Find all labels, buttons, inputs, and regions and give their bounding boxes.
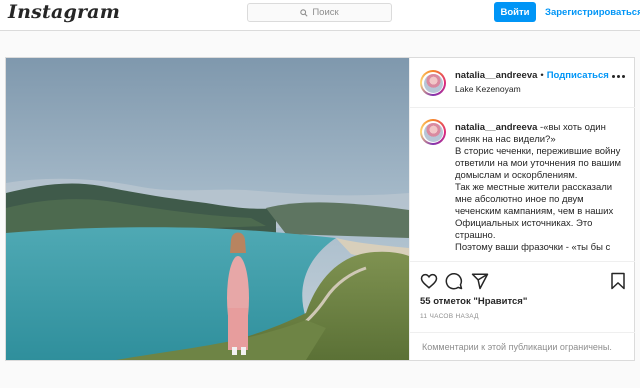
search-icon [300,8,308,17]
more-icon[interactable] [612,75,625,78]
separator-dot: • [540,70,544,81]
instagram-logo[interactable]: Instagram [8,1,120,23]
caption: natalia__andreeva -«вы хоть один синяк н… [410,109,635,259]
top-bar: Instagram Поиск Войти Зарегистрироваться [0,0,640,31]
heart-icon[interactable] [420,272,438,290]
caption-line: Так же местные жители рассказали мне абс… [455,182,614,241]
caption-line: Поэтому ваши фразочки - «ты бы с [455,242,611,253]
username-link[interactable]: natalia__andreeva [455,70,537,81]
caption-line: В сторис чеченки, пережившие войну ответ… [455,146,622,181]
location-link[interactable]: Lake Kezenoyam [455,84,521,94]
register-link[interactable]: Зарегистрироваться [545,2,640,22]
comment-icon[interactable] [445,272,463,290]
post-card: natalia__andreeva • Подписаться Lake Kezen… [5,57,635,361]
lake-photo [6,58,409,360]
likes-count[interactable]: 55 отметок "Нравится" [420,296,527,307]
share-icon[interactable] [471,272,489,290]
caption-avatar[interactable] [420,119,446,145]
bookmark-icon[interactable] [609,272,627,290]
post-photo[interactable] [6,58,409,360]
caption-text: natalia__andreeva -«вы хоть один синяк н… [455,122,627,254]
comments-disabled-notice: Комментарии к этой публикации ограничены… [410,332,635,361]
login-button[interactable]: Войти [494,2,536,22]
search-input[interactable]: Поиск [247,3,392,22]
follow-button[interactable]: Подписаться [547,70,609,81]
caption-username[interactable]: natalia__andreeva [455,122,537,133]
post-actions: 55 отметок "Нравится" 11 часов назад Ком… [410,261,635,360]
post-time[interactable]: 11 часов назад [420,313,479,320]
avatar[interactable] [420,70,446,96]
search-placeholder: Поиск [312,7,339,18]
post-header: natalia__andreeva • Подписаться Lake Kezen… [410,58,635,108]
post-sidebar: natalia__andreeva • Подписаться Lake Kezen… [409,58,635,360]
